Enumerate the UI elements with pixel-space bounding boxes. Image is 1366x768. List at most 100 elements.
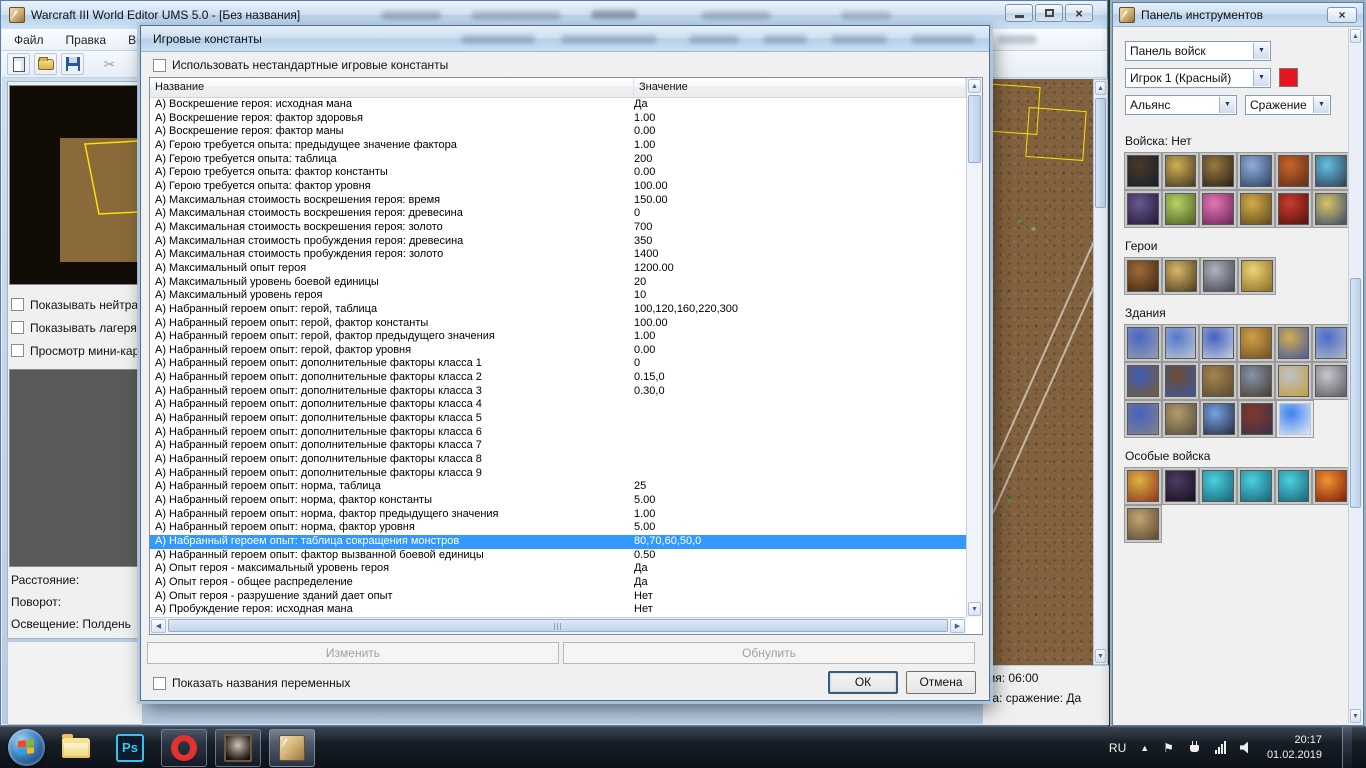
unit-icon[interactable] [1162,325,1199,361]
unit-icon[interactable] [1200,363,1237,399]
menu-file[interactable]: Файл [14,33,44,47]
scroll-thumb[interactable] [1095,98,1106,208]
table-row[interactable]: А) Набранный героем опыт: дополнительные… [150,467,966,481]
unit-icon[interactable] [1125,363,1161,399]
table-row[interactable]: А) Герою требуется опыта: фактор уровня 1… [150,180,966,194]
table-row[interactable]: А) Опыт героя - общее распределение Да [150,576,966,590]
unit-icon[interactable] [1275,468,1312,504]
table-row[interactable]: А) Набранный героем опыт: дополнительные… [150,357,966,371]
menu-edit[interactable]: Правка [66,33,107,47]
unit-icon[interactable] [1275,363,1312,399]
column-header-name[interactable]: Название [150,78,634,97]
unit-icon[interactable] [1200,468,1237,504]
unit-icon[interactable] [1313,191,1350,227]
unit-icon[interactable] [1313,153,1350,189]
reset-button[interactable]: Обнулить [563,642,975,664]
show-variable-names-checkbox[interactable]: Показать названия переменных [149,676,350,690]
volume-icon[interactable] [1239,741,1248,754]
show-hidden-icons[interactable]: ▲ [1140,743,1149,753]
table-row[interactable]: А) Набранный героем опыт: дополнительные… [150,412,966,426]
dialog-titlebar[interactable]: Игровые константы [141,26,1037,52]
power-plug-icon[interactable] [1188,741,1201,754]
scroll-up-arrow[interactable]: ▲ [1095,81,1106,95]
checkbox-show-camps[interactable]: Показывать лагеря [7,316,145,339]
table-row[interactable]: А) Набранный героем опыт: норма, фактор … [150,494,966,508]
checkbox-minimap-preview[interactable]: Просмотр мини-кар [7,339,145,362]
taskbar-warcraft[interactable] [215,728,261,767]
table-row[interactable]: А) Воскрешение героя: фактор здоровья 1.0… [150,112,966,126]
table-row[interactable]: А) Опыт героя - разрушение зданий дает о… [150,590,966,604]
unit-icon[interactable] [1162,363,1199,399]
table-row[interactable]: А) Максимальный уровень боевой единицы 20 [150,276,966,290]
unit-icon[interactable] [1125,153,1161,189]
table-row[interactable]: А) Набранный героем опыт: таблица сокращ… [150,535,966,549]
start-button[interactable] [8,729,45,766]
panel-vertical-scrollbar[interactable]: ▲ ▼ [1348,28,1362,724]
table-row[interactable]: А) Воскрешение героя: фактор маны 0.00 [150,125,966,139]
palette-select[interactable]: Панель войск ▼ [1125,41,1271,61]
scroll-thumb[interactable] [1350,278,1361,508]
table-vertical-scrollbar[interactable]: ▲ ▼ [966,78,982,617]
unit-icon[interactable] [1275,191,1312,227]
table-row[interactable]: А) Набранный героем опыт: норма, фактор … [150,521,966,535]
unit-icon[interactable] [1238,363,1274,399]
scroll-thumb[interactable] [168,619,948,632]
panel-close-button[interactable]: × [1327,6,1357,23]
unit-icon[interactable] [1125,506,1161,542]
cut-button[interactable]: ✂ [98,53,121,75]
table-row[interactable]: А) Набранный героем опыт: герой, таблица… [150,303,966,317]
minimize-button[interactable] [1005,4,1033,22]
clock[interactable]: 20:17 01.02.2019 [1267,733,1322,763]
scroll-thumb[interactable] [968,95,981,163]
scroll-right-arrow[interactable]: ▶ [950,619,965,633]
minimap[interactable] [9,85,139,285]
open-button[interactable] [34,53,57,75]
scroll-up-arrow[interactable]: ▲ [968,79,981,93]
table-row[interactable]: А) Набранный героем опыт: дополнительные… [150,371,966,385]
checkbox-show-neutral[interactable]: Показывать нейтра [7,293,145,316]
table-row[interactable]: А) Максимальная стоимость пробуждения ге… [150,248,966,262]
show-desktop-button[interactable] [1342,726,1352,768]
unit-icon[interactable] [1163,258,1199,294]
save-button[interactable] [61,53,84,75]
unit-icon[interactable] [1238,153,1274,189]
player-select[interactable]: Игрок 1 (Красный) ▼ [1125,68,1271,88]
alliance-select[interactable]: Альянс ▼ [1125,95,1237,115]
use-custom-constants-checkbox[interactable]: Использовать нестандартные игровые конст… [149,58,448,72]
table-row[interactable]: А) Набранный героем опыт: норма, таблица… [150,480,966,494]
unit-icon[interactable] [1201,401,1237,437]
table-row[interactable]: А) Набранный героем опыт: дополнительные… [150,453,966,467]
map-viewport[interactable] [987,79,1093,665]
unit-icon[interactable] [1162,153,1199,189]
scroll-down-arrow[interactable]: ▼ [1095,649,1106,663]
table-row[interactable]: А) Набранный героем опыт: дополнительные… [150,426,966,440]
table-row[interactable]: А) Максимальная стоимость воскрешения ге… [150,194,966,208]
unit-icon[interactable] [1275,325,1312,361]
edit-button[interactable]: Изменить [147,642,559,664]
taskbar-world-editor[interactable] [269,728,315,767]
unit-icon[interactable] [1163,401,1199,437]
scroll-down-arrow[interactable]: ▼ [968,602,981,616]
scroll-up-arrow[interactable]: ▲ [1350,29,1361,43]
unit-icon[interactable] [1238,325,1274,361]
unit-icon[interactable] [1238,468,1274,504]
table-row[interactable]: А) Набранный героем опыт: норма, фактор … [150,508,966,522]
unit-icon[interactable] [1200,325,1237,361]
close-button[interactable]: × [1065,4,1093,22]
table-row[interactable]: А) Набранный героем опыт: дополнительные… [150,398,966,412]
table-row[interactable]: А) Набранный героем опыт: дополнительные… [150,439,966,453]
table-row[interactable]: А) Пробуждение героя: исходная мана Нет [150,603,966,617]
network-signal-icon[interactable] [1214,741,1226,754]
unit-icon[interactable] [1239,401,1275,437]
cancel-button[interactable]: Отмена [906,671,976,694]
table-row[interactable]: А) Герою требуется опыта: таблица 200 [150,153,966,167]
unit-icon[interactable] [1162,468,1199,504]
unit-icon[interactable] [1313,468,1350,504]
scroll-left-arrow[interactable]: ◀ [151,619,166,633]
table-row[interactable]: А) Набранный героем опыт: дополнительные… [150,385,966,399]
unit-icon[interactable] [1200,191,1237,227]
unit-icon[interactable] [1201,258,1237,294]
unit-icon[interactable] [1125,468,1161,504]
scroll-down-arrow[interactable]: ▼ [1350,709,1361,723]
column-header-value[interactable]: Значение [634,78,966,97]
